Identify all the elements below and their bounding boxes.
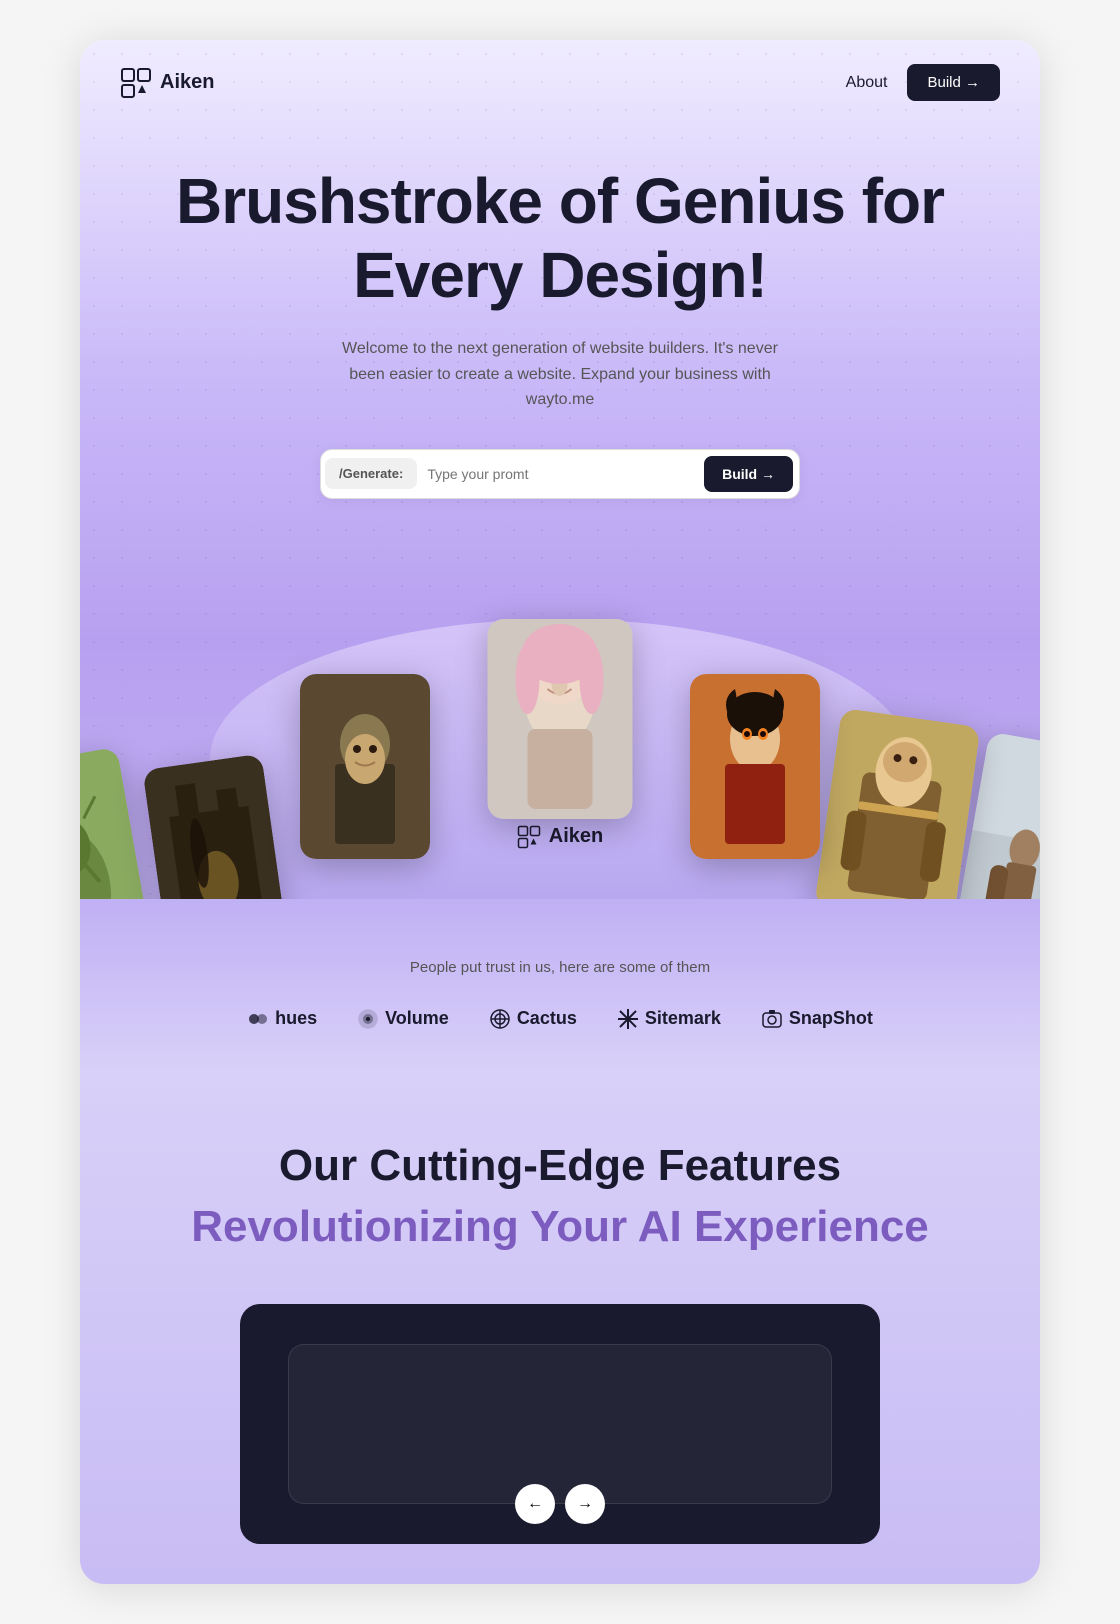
gallery-card-right1 [690, 674, 820, 859]
sitemark-icon [617, 1008, 639, 1030]
card-image-left2 [142, 754, 285, 899]
generate-label: /Generate: [325, 458, 417, 489]
features-card-preview: ← → [240, 1304, 880, 1544]
hero-content: Brushstroke of Genius for Every Design! … [80, 125, 1040, 499]
trust-logo-hues: hues [247, 1008, 317, 1030]
gallery-card-center [488, 619, 633, 819]
hues-label: hues [275, 1008, 317, 1029]
nav-actions: About Build → [846, 64, 1000, 101]
generate-input[interactable] [427, 466, 704, 482]
trust-logo-volume: Volume [357, 1008, 449, 1030]
arc-logo: Aiken [517, 825, 603, 849]
hues-icon [247, 1008, 269, 1030]
features-nav: ← → [515, 1484, 605, 1524]
navbar: Aiken About Build → [80, 40, 1040, 125]
gallery-card-far-left [80, 747, 158, 899]
generate-bar: /Generate: Build → [320, 449, 800, 499]
card-image-left1 [300, 674, 430, 859]
volume-icon [357, 1008, 379, 1030]
trust-logo-sitemark: Sitemark [617, 1008, 721, 1030]
nav-build-button[interactable]: Build → [907, 64, 1000, 101]
snapshot-label: SnapShot [789, 1008, 873, 1029]
about-nav-link[interactable]: About [846, 74, 888, 92]
features-section: Our Cutting-Edge Features Revolutionizin… [80, 1070, 1040, 1584]
logo[interactable]: Aiken [120, 67, 214, 99]
arc-logo-text: Aiken [549, 825, 603, 848]
generate-build-button[interactable]: Build → [704, 456, 793, 492]
trust-logo-snapshot: SnapShot [761, 1008, 873, 1030]
cactus-label: Cactus [517, 1008, 577, 1029]
gallery-section: Aiken [80, 559, 1040, 899]
logo-label: Aiken [160, 71, 214, 94]
card-image-right1 [690, 674, 820, 859]
volume-label: Volume [385, 1008, 449, 1029]
trust-logos: hues Volume Cactus [120, 1008, 1000, 1030]
hero-subtitle: Welcome to the next generation of websit… [340, 336, 780, 413]
gallery-card-right2 [814, 708, 980, 899]
features-prev-button[interactable]: ← [515, 1484, 555, 1524]
logo-icon [120, 67, 152, 99]
cactus-icon [489, 1008, 511, 1030]
sitemark-label: Sitemark [645, 1008, 721, 1029]
card-image-right2 [814, 708, 980, 899]
gallery-card-left2 [142, 754, 285, 899]
features-title: Our Cutting-Edge Features [120, 1140, 1000, 1193]
snapshot-icon [761, 1008, 783, 1030]
features-subtitle: Revolutionizing Your AI Experience [120, 1201, 1000, 1254]
features-card-inner [288, 1344, 832, 1504]
card-image-far-left [80, 747, 158, 899]
trust-label: People put trust in us, here are some of… [120, 959, 1000, 976]
trust-logo-cactus: Cactus [489, 1008, 577, 1030]
card-image-center [488, 619, 633, 819]
arc-logo-icon [517, 825, 541, 849]
trust-section: People put trust in us, here are some of… [80, 899, 1040, 1070]
features-next-button[interactable]: → [565, 1484, 605, 1524]
gallery-card-left1 [300, 674, 430, 859]
hero-title: Brushstroke of Genius for Every Design! [120, 165, 1000, 312]
